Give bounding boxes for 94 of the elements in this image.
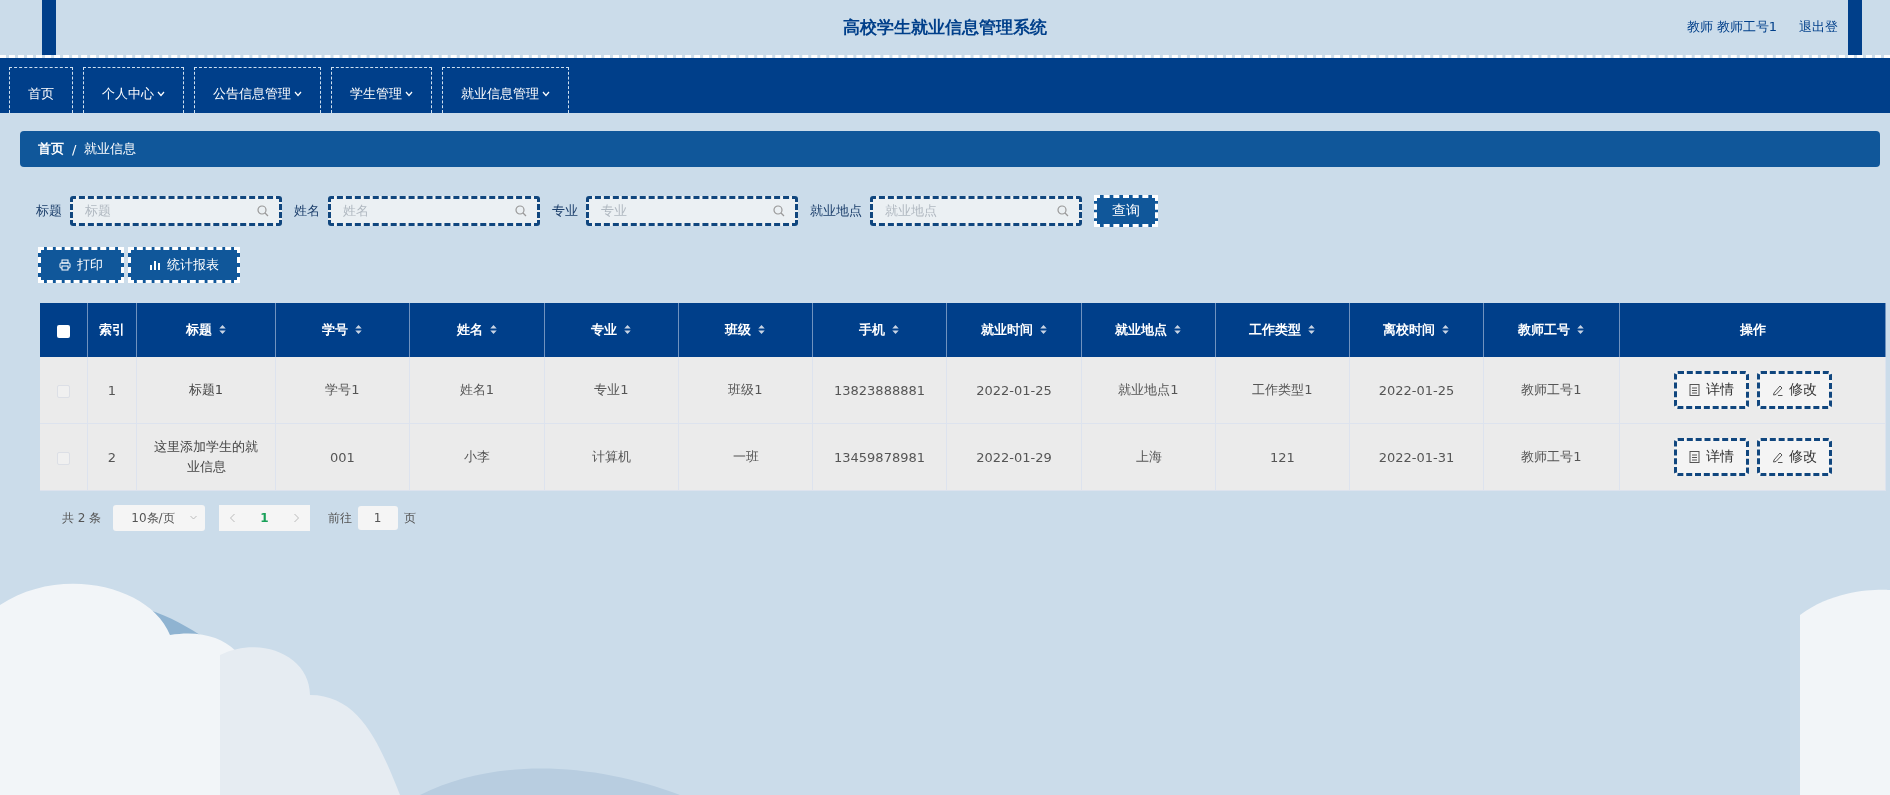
total-count: 共 2 条 [62, 509, 102, 527]
table-cell-text: 001 [329, 449, 356, 465]
table-cell-text: 工作类型1 [1251, 381, 1314, 399]
print-button[interactable]: 打印 [38, 247, 124, 283]
query-button[interactable]: 查询 [1094, 195, 1158, 227]
header-side-bar [1848, 0, 1862, 55]
sort-icon [1441, 324, 1450, 335]
table-cell-text: 姓名1 [458, 381, 496, 399]
table-cell-text: 教师工号1 [1520, 448, 1583, 466]
column-header[interactable]: 离校时间 [1349, 303, 1484, 357]
table-cell-text: 2022-01-25 [975, 382, 1053, 398]
caret-icon [157, 90, 165, 97]
logout-link[interactable]: 退出登 [1799, 18, 1838, 36]
previous-page-icon [229, 513, 237, 523]
table-cell-text: 标题1 [187, 381, 225, 399]
table-cell-text: 2022-01-31 [1377, 449, 1456, 465]
table-cell-text: 专业1 [593, 381, 630, 399]
breadcrumb-separator: / [72, 141, 77, 157]
field-label: 就业地点 [810, 202, 862, 220]
sort-icon [1307, 324, 1316, 335]
table-cell-text: 这里添加学生的就业信息 [153, 438, 259, 476]
table-cell-text: 13823888881 [833, 382, 926, 398]
column-header[interactable]: 就业时间 [946, 303, 1082, 357]
table-cell-text: 小李 [463, 448, 491, 466]
sort-icon [623, 324, 632, 335]
printer-icon [59, 259, 71, 271]
page-unit-label: 页 [403, 509, 416, 527]
nav-tab[interactable]: 公告信息管理 [194, 67, 321, 113]
caret-icon [542, 90, 550, 97]
column-header[interactable]: 教师工号 [1483, 303, 1620, 357]
search-icon [515, 205, 527, 217]
user-label: 教师 教师工号1 [1686, 18, 1777, 36]
field-label: 专业 [552, 202, 578, 220]
column-header: 索引 [87, 303, 137, 357]
document-icon [1688, 451, 1700, 463]
goto-page-field[interactable]: 1 [357, 506, 398, 530]
sort-icon [1173, 324, 1182, 335]
nav-tab[interactable]: 就业信息管理 [442, 67, 569, 113]
column-header[interactable]: 手机 [812, 303, 947, 357]
breadcrumb-item[interactable]: 首页 [38, 140, 64, 158]
detail-button[interactable]: 详情 [1673, 438, 1749, 476]
document-icon [1688, 384, 1700, 396]
column-header[interactable]: 专业 [544, 303, 679, 357]
column-header[interactable]: 标题 [136, 303, 276, 357]
nav-tab[interactable]: 个人中心 [83, 67, 184, 113]
column-header[interactable]: 学号 [275, 303, 410, 357]
table-cell-text: 一班 [731, 448, 760, 466]
pencil-icon [1771, 384, 1783, 396]
field-label: 标题 [36, 202, 62, 220]
table-cell-text: 学号1 [324, 381, 361, 399]
table-cell-text: 就业地点1 [1117, 381, 1180, 399]
column-header[interactable]: 姓名 [409, 303, 545, 357]
table-cell-text: 2022-01-25 [1377, 382, 1456, 398]
goto-label: 前往 [327, 509, 352, 527]
nav-tab[interactable]: 学生管理 [331, 67, 432, 113]
sort-icon [488, 324, 498, 335]
breadcrumb-item: 就业信息 [84, 140, 137, 158]
detail-button[interactable]: 详情 [1673, 371, 1749, 409]
header-side-bar [42, 0, 56, 55]
table-cell-text: 上海 [1134, 448, 1163, 466]
sort-icon [354, 324, 363, 335]
column-header: 操作 [1619, 303, 1886, 357]
sort-icon [891, 324, 900, 335]
edit-button[interactable]: 修改 [1756, 438, 1832, 476]
chart-button[interactable]: 统计报表 [128, 247, 240, 283]
table-cell-text: 2022-01-29 [975, 449, 1053, 465]
table-cell-text: 121 [1269, 449, 1296, 465]
column-header[interactable]: 班级 [678, 303, 813, 357]
caret-icon [405, 90, 413, 97]
bar-chart-icon [149, 259, 161, 271]
search-icon [257, 205, 269, 217]
column-header[interactable]: 就业地点 [1081, 303, 1216, 357]
edit-button[interactable]: 修改 [1756, 371, 1832, 409]
table-cell-text: 2 [106, 449, 118, 465]
field-label: 姓名 [294, 202, 320, 220]
search-icon [1057, 205, 1069, 217]
table-cell-text: 13459878981 [833, 449, 926, 465]
table-cell-text: 1 [106, 382, 118, 398]
caret-icon [294, 90, 302, 97]
system-title: 高校学生就业信息管理系统 [843, 16, 1047, 39]
sort-icon [1576, 324, 1585, 335]
sort-icon [1038, 324, 1048, 335]
table-cell-text: 教师工号1 [1520, 381, 1583, 399]
next-page-icon [292, 513, 300, 523]
table-cell-text: 班级1 [727, 381, 764, 399]
table-cell-text: 计算机 [591, 448, 632, 466]
page-size-select[interactable]: 10条/页 [113, 505, 206, 531]
column-header[interactable]: 工作类型 [1215, 303, 1350, 357]
sort-icon [217, 324, 227, 335]
nav-tab[interactable]: 首页 [9, 67, 73, 113]
pencil-icon [1771, 451, 1783, 463]
sort-icon [757, 324, 766, 335]
select-all-checkbox[interactable] [57, 324, 70, 338]
search-icon [773, 205, 785, 217]
